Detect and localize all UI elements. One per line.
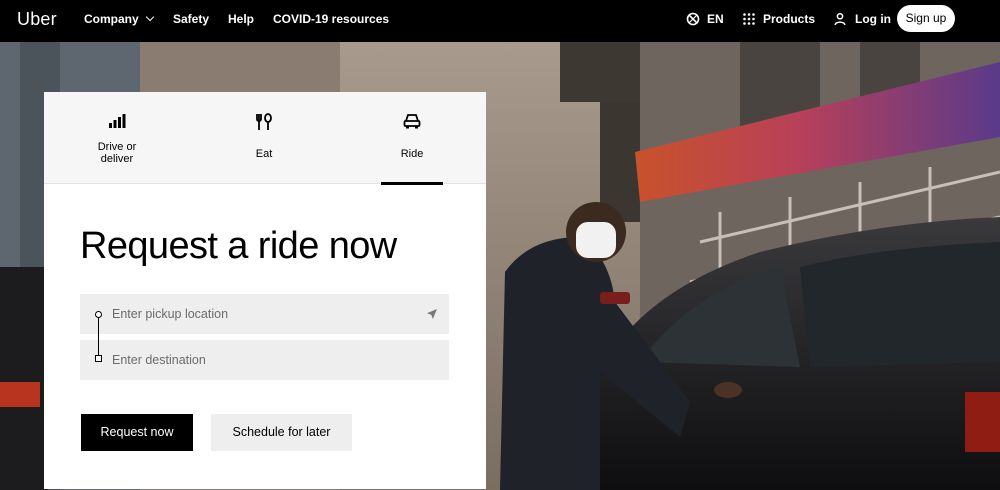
signup-button[interactable]: Sign up [897, 5, 955, 32]
schedule-later-button[interactable]: Schedule for later [211, 414, 352, 451]
destination-field [80, 340, 449, 380]
pickup-field [80, 294, 449, 334]
uber-logo[interactable]: Uber [17, 9, 57, 30]
page-title: Request a ride now [80, 225, 397, 267]
pickup-dot-icon [95, 311, 102, 318]
signal-bars-icon [109, 114, 126, 128]
destination-input[interactable] [80, 340, 449, 380]
nav-help[interactable]: Help [228, 12, 254, 26]
nav-company[interactable]: Company [84, 12, 154, 26]
top-nav: Uber Company Safety Help COVID-19 resour… [0, 0, 1000, 42]
pickup-input[interactable] [80, 294, 449, 334]
tab-eat-label: Eat [255, 148, 273, 160]
language-selector[interactable]: EN [707, 12, 724, 26]
car-icon [403, 114, 421, 129]
tab-drive-label: Drive or deliver [97, 141, 137, 165]
service-tabs: Drive or deliver Eat Ride [44, 92, 486, 185]
ride-request-card: Drive or deliver Eat Ride Request a ride… [44, 92, 486, 489]
nav-products[interactable]: Products [763, 12, 815, 26]
globe-icon [686, 12, 700, 26]
chevron-down-icon [145, 12, 154, 22]
tab-ride[interactable]: Ride [381, 92, 443, 185]
nav-company-label: Company [84, 12, 139, 26]
nav-covid-resources[interactable]: COVID-19 resources [273, 12, 389, 26]
tab-drive-or-deliver[interactable]: Drive or deliver [82, 92, 152, 184]
route-line [98, 318, 99, 356]
destination-square-icon [95, 355, 102, 362]
nav-safety[interactable]: Safety [173, 12, 209, 26]
fork-knife-icon [256, 113, 272, 130]
request-now-button[interactable]: Request now [81, 414, 193, 451]
grid-menu-icon [743, 13, 755, 25]
tab-ride-label: Ride [400, 148, 424, 160]
user-icon [834, 12, 846, 26]
location-arrow-icon[interactable] [426, 308, 438, 320]
login-link[interactable]: Log in [855, 12, 891, 26]
tab-eat[interactable]: Eat [230, 92, 298, 184]
